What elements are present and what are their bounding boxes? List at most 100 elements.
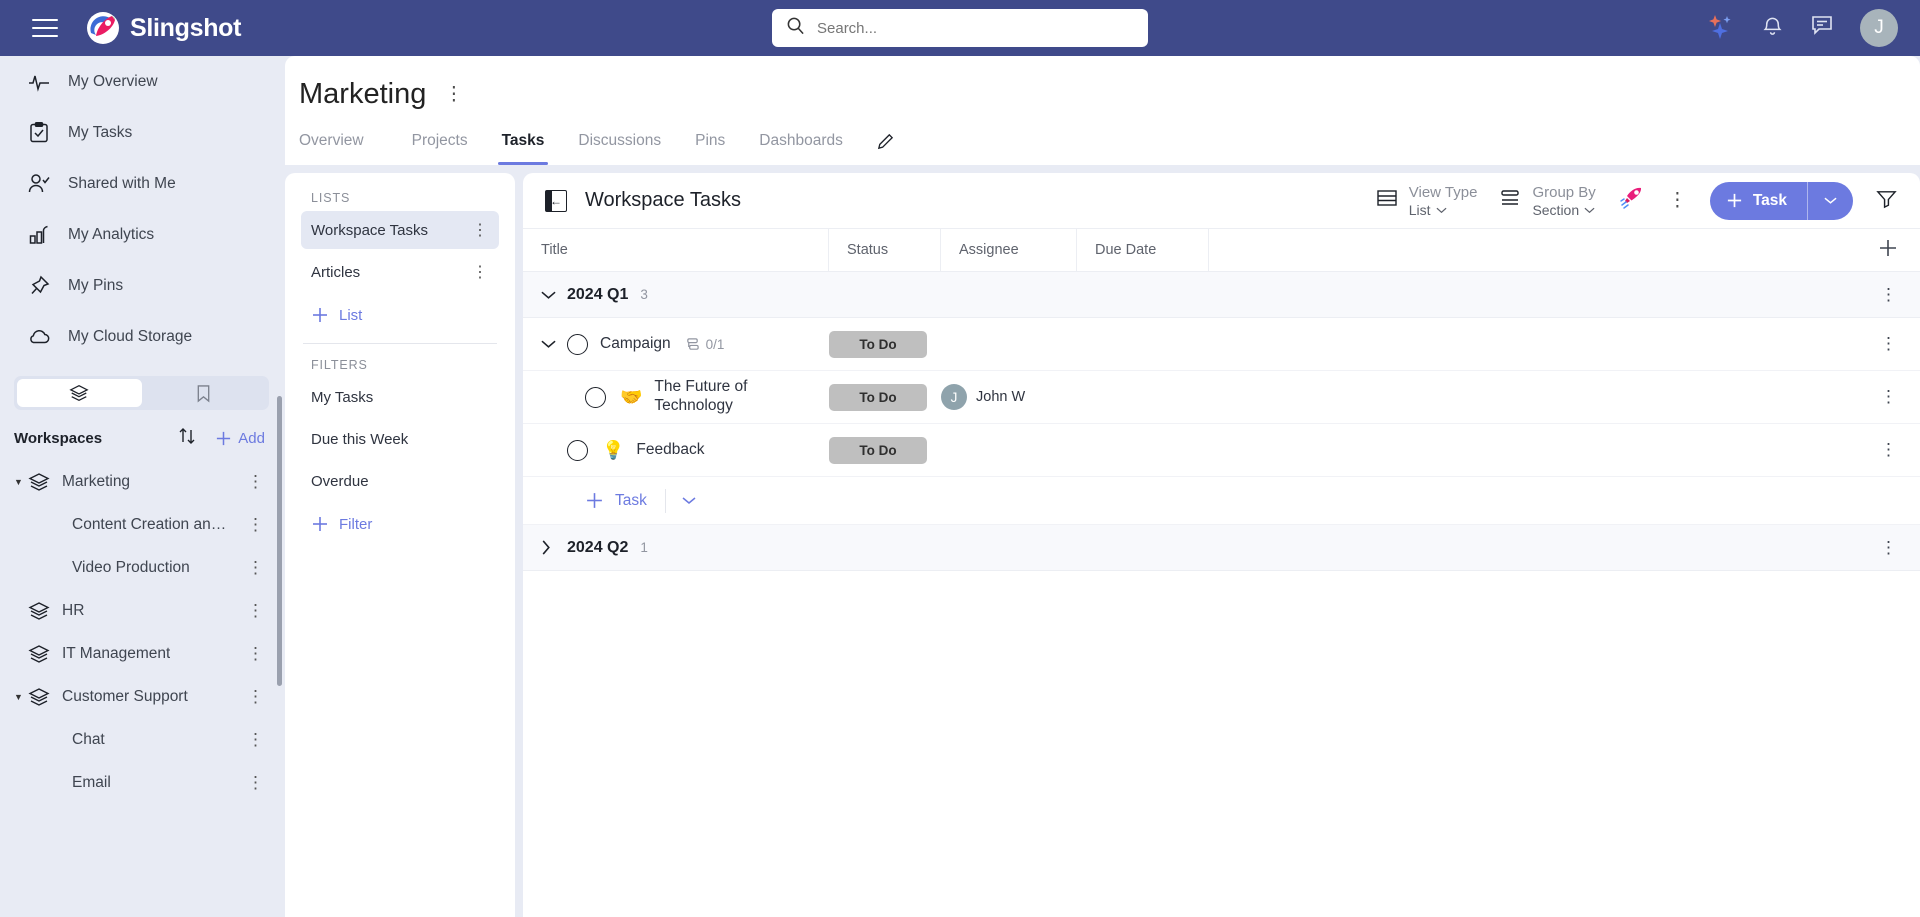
user-avatar[interactable]: J [1860,9,1898,47]
column-header-status[interactable]: Status [829,229,941,271]
list-item-kebab-menu[interactable]: ⋮ [472,262,489,282]
sort-icon[interactable] [177,426,197,451]
row-kebab-menu[interactable]: ⋮ [1880,334,1898,354]
rocket-icon[interactable] [1618,184,1646,217]
lists-panel: LISTS Workspace Tasks ⋮ Articles ⋮ List [285,173,515,917]
workspace-child-kebab-menu[interactable]: ⋮ [247,515,265,535]
brand[interactable]: Slingshot [86,11,241,45]
edit-tabs-pencil-icon[interactable] [860,117,911,165]
workspace-row-it-management[interactable]: IT Management ⋮ [0,632,285,675]
chevron-down-icon[interactable]: ▼ [14,477,28,487]
sidebar-item-shared-with-me[interactable]: Shared with Me [0,158,285,209]
toolbar-kebab-menu[interactable]: ⋮ [1668,191,1688,210]
add-filter-button[interactable]: Filter [301,504,499,544]
add-task-button[interactable]: Task [1709,181,1853,220]
page-kebab-menu[interactable]: ⋮ [444,85,464,104]
sidebar-label: My Overview [68,72,158,90]
workspace-kebab-menu[interactable]: ⋮ [247,644,265,664]
workspace-child-chat[interactable]: Chat ⋮ [0,718,285,761]
sidebar-item-my-pins[interactable]: My Pins [0,260,285,311]
search-input[interactable] [817,19,1134,37]
tab-bookmarks[interactable] [142,379,267,407]
sidebar-item-my-cloud-storage[interactable]: My Cloud Storage [0,311,285,362]
group-row-2024-q1[interactable]: 2024 Q1 3 ⋮ [523,272,1920,318]
subtask-icon [686,337,699,350]
add-list-button[interactable]: List [301,295,499,335]
menu-icon[interactable] [32,13,58,43]
status-badge[interactable]: To Do [829,383,927,411]
add-column-icon[interactable] [1878,238,1898,262]
sidebar-item-my-analytics[interactable]: My Analytics [0,209,285,260]
workspace-child-content-creation[interactable]: Content Creation an… ⋮ [0,503,285,546]
list-item-kebab-menu[interactable]: ⋮ [472,220,489,240]
filter-item-overdue[interactable]: Overdue [301,462,499,500]
filter-item-my-tasks[interactable]: My Tasks [301,378,499,416]
task-complete-checkbox[interactable] [567,439,588,461]
chevron-down-icon[interactable] [541,339,567,349]
table-row[interactable]: Campaign 0/1 To Do ⋮ [523,318,1920,371]
page-title: Marketing [299,78,427,110]
workspace-child-kebab-menu[interactable]: ⋮ [247,558,265,578]
collapse-panel-icon[interactable]: ← [545,189,567,212]
workspace-kebab-menu[interactable]: ⋮ [247,472,265,492]
workspace-child-email[interactable]: Email ⋮ [0,761,285,804]
row-kebab-menu[interactable]: ⋮ [1880,440,1898,460]
tab-workspaces[interactable] [17,379,142,407]
table-row[interactable]: 💡 Feedback To Do ⋮ [523,424,1920,477]
filter-icon[interactable] [1875,187,1898,215]
add-task-dropdown-icon[interactable] [1808,196,1853,205]
row-kebab-menu[interactable]: ⋮ [1880,387,1898,407]
column-header-due-date[interactable]: Due Date [1077,229,1209,271]
tab-pins[interactable]: Pins [678,117,742,165]
sidebar-item-my-tasks[interactable]: My Tasks [0,107,285,158]
group-row-2024-q2[interactable]: 2024 Q2 1 ⋮ [523,525,1920,571]
column-header-assignee[interactable]: Assignee [941,229,1077,271]
task-complete-checkbox[interactable] [585,386,606,408]
task-list-title: Workspace Tasks [585,189,741,211]
workspace-kebab-menu[interactable]: ⋮ [247,687,265,707]
due-date-cell[interactable] [1077,318,1209,370]
workspace-child-kebab-menu[interactable]: ⋮ [247,730,265,750]
group-kebab-menu[interactable]: ⋮ [1880,538,1898,558]
inline-add-task-dropdown-icon[interactable] [666,496,712,505]
chevron-right-icon[interactable] [541,540,567,555]
sidebar-scrollbar[interactable] [277,396,282,686]
status-badge[interactable]: To Do [829,436,927,464]
chevron-down-icon[interactable] [541,290,567,300]
workspace-child-video-production[interactable]: Video Production ⋮ [0,546,285,589]
tab-dashboards[interactable]: Dashboards [742,117,860,165]
tab-overview[interactable]: Overview [299,117,381,165]
workspace-child-kebab-menu[interactable]: ⋮ [247,773,265,793]
tab-projects[interactable]: Projects [395,117,485,165]
search-box[interactable] [772,9,1148,47]
workspace-kebab-menu[interactable]: ⋮ [247,601,265,621]
tab-discussions[interactable]: Discussions [561,117,678,165]
workspace-row-hr[interactable]: HR ⋮ [0,589,285,632]
view-type-control[interactable]: View Type List [1376,183,1478,218]
group-kebab-menu[interactable]: ⋮ [1880,285,1898,305]
task-complete-checkbox[interactable] [567,333,588,355]
due-date-cell[interactable] [1077,371,1209,423]
view-type-label: View Type [1408,183,1478,201]
table-row[interactable]: 🤝 The Future of Technology To Do J John … [523,371,1920,424]
add-workspace-button[interactable]: Add [215,430,265,447]
chat-icon[interactable] [1810,14,1834,42]
assignee-cell[interactable] [941,318,1077,370]
assignee-cell[interactable] [941,424,1077,476]
workspace-row-marketing[interactable]: ▼ Marketing ⋮ [0,460,285,503]
due-date-cell[interactable] [1077,424,1209,476]
ai-sparkle-icon[interactable] [1707,13,1735,44]
tab-tasks[interactable]: Tasks [485,117,562,165]
inline-add-task-button[interactable]: Task [585,491,665,510]
group-by-control[interactable]: Group By Section [1499,184,1596,218]
column-header-title[interactable]: Title [523,229,829,271]
sidebar-item-my-overview[interactable]: My Overview [0,56,285,107]
list-item-articles[interactable]: Articles ⋮ [301,253,499,291]
assignee-cell[interactable]: J John W [941,371,1077,423]
filter-item-due-this-week[interactable]: Due this Week [301,420,499,458]
notifications-bell-icon[interactable] [1761,14,1784,43]
workspace-row-customer-support[interactable]: ▼ Customer Support ⋮ [0,675,285,718]
list-item-workspace-tasks[interactable]: Workspace Tasks ⋮ [301,211,499,249]
status-badge[interactable]: To Do [829,330,927,358]
chevron-down-icon[interactable]: ▼ [14,692,28,702]
